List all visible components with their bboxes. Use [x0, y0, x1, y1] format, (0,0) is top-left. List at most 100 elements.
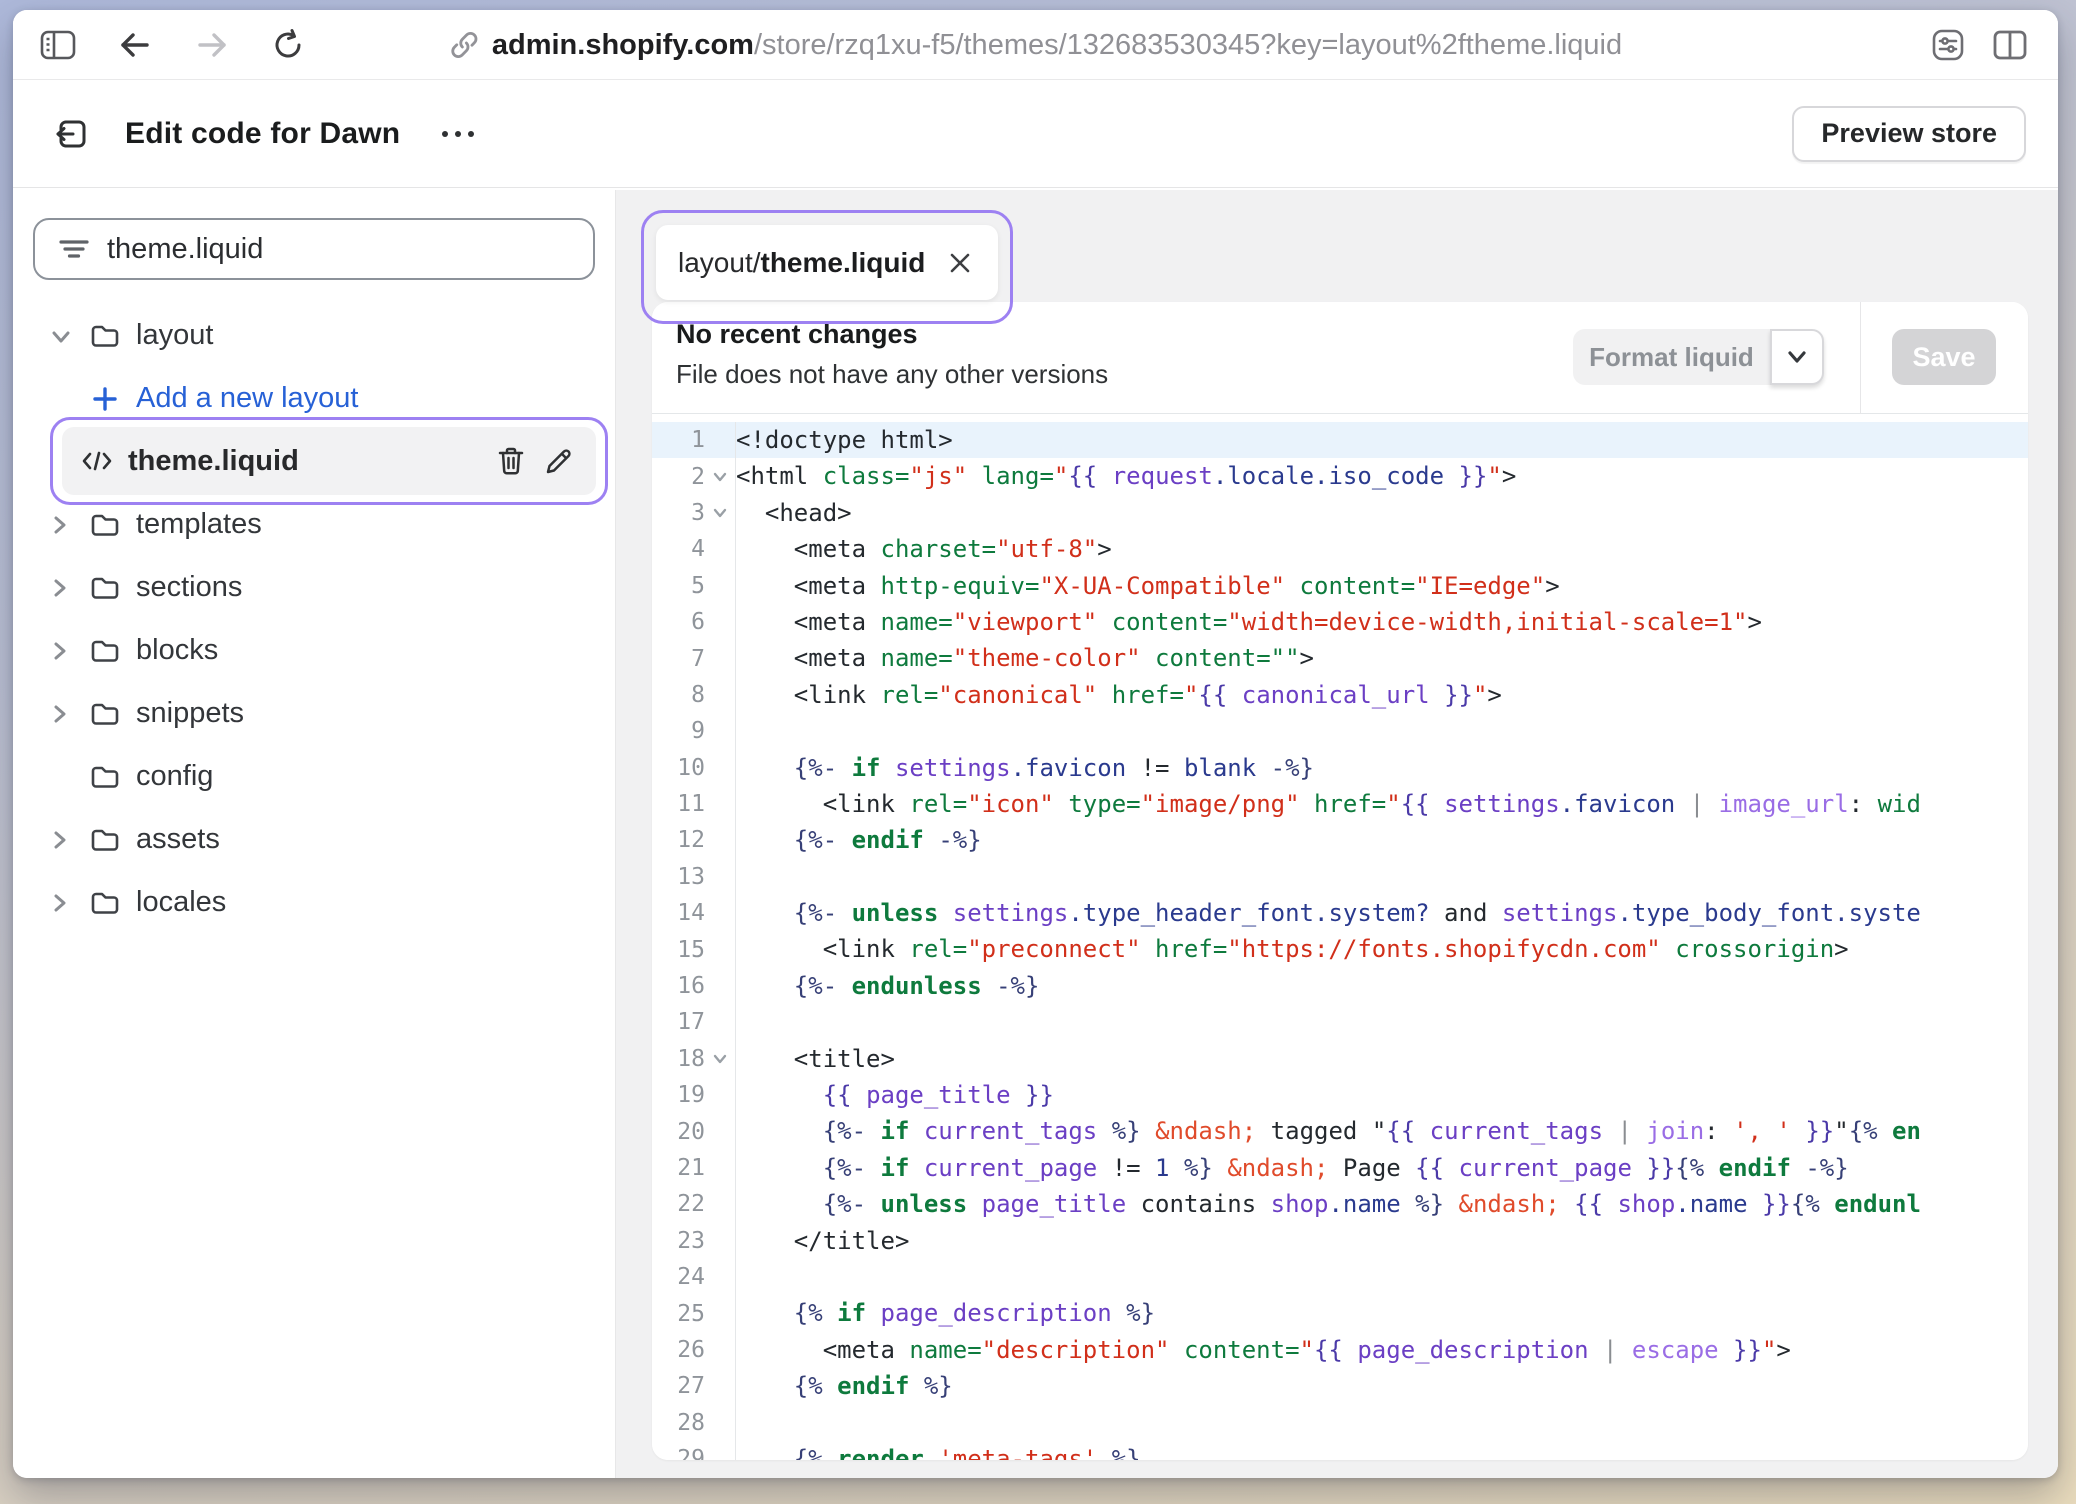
code-line-19[interactable]: 19 {{ page_title }}	[652, 1077, 2028, 1113]
code-line-content[interactable]: <meta name="theme-color" content="">	[736, 640, 2028, 676]
chevron-right-icon[interactable]	[48, 512, 80, 538]
code-line-12[interactable]: 12 {%- endif -%}	[652, 822, 2028, 858]
code-line-content[interactable]	[736, 859, 2028, 895]
line-number-gutter[interactable]: 25	[652, 1295, 736, 1331]
sidebar-item-templates[interactable]: templates	[13, 493, 615, 556]
line-number-gutter[interactable]: 4	[652, 531, 736, 567]
code-line-content[interactable]: <meta charset="utf-8">	[736, 531, 2028, 567]
code-line-13[interactable]: 13	[652, 859, 2028, 895]
sidebar-item-snippets[interactable]: snippets	[13, 682, 615, 745]
fold-toggle-icon[interactable]	[705, 471, 735, 483]
line-number-gutter[interactable]: 3	[652, 495, 736, 531]
code-line-3[interactable]: 3 <head>	[652, 495, 2028, 531]
code-line-5[interactable]: 5 <meta http-equiv="X-UA-Compatible" con…	[652, 568, 2028, 604]
chevron-right-icon[interactable]	[48, 638, 80, 664]
reload-icon[interactable]	[271, 28, 305, 62]
code-line-content[interactable]: {%- if current_tags %} &ndash; tagged "{…	[736, 1113, 2028, 1149]
chevron-right-icon[interactable]	[48, 575, 80, 601]
line-number-gutter[interactable]: 10	[652, 750, 736, 786]
code-line-content[interactable]: <html class="js" lang="{{ request.locale…	[736, 458, 2028, 494]
chevron-right-icon[interactable]	[48, 701, 80, 727]
line-number-gutter[interactable]: 1	[652, 422, 736, 458]
code-line-14[interactable]: 14 {%- unless settings.type_header_font.…	[652, 895, 2028, 931]
line-number-gutter[interactable]: 7	[652, 640, 736, 676]
forward-icon[interactable]	[194, 29, 230, 61]
code-line-content[interactable]: {% if page_description %}	[736, 1295, 2028, 1331]
code-line-content[interactable]: {%- unless page_title contains shop.name…	[736, 1186, 2028, 1222]
line-number-gutter[interactable]: 9	[652, 713, 736, 749]
code-line-27[interactable]: 27 {% endif %}	[652, 1368, 2028, 1404]
code-line-content[interactable]: <meta name="description" content="{{ pag…	[736, 1332, 2028, 1368]
line-number-gutter[interactable]: 29	[652, 1441, 736, 1460]
preview-store-button[interactable]: Preview store	[1792, 106, 2026, 162]
line-number-gutter[interactable]: 8	[652, 677, 736, 713]
sidebar-item-layout[interactable]: layout	[13, 304, 615, 367]
code-line-content[interactable]	[736, 713, 2028, 749]
code-line-content[interactable]: {%- unless settings.type_header_font.sys…	[736, 895, 2028, 931]
sidebar-item-theme-liquid[interactable]: theme.liquid	[13, 430, 615, 493]
line-number-gutter[interactable]: 13	[652, 859, 736, 895]
line-number-gutter[interactable]: 27	[652, 1368, 736, 1404]
line-number-gutter[interactable]: 11	[652, 786, 736, 822]
sidebar-item-config[interactable]: config	[13, 745, 615, 808]
code-line-28[interactable]: 28	[652, 1405, 2028, 1441]
format-liquid-button[interactable]: Format liquid	[1573, 329, 1770, 385]
code-line-25[interactable]: 25 {% if page_description %}	[652, 1295, 2028, 1331]
code-line-content[interactable]: <!doctype html>	[736, 422, 2028, 458]
code-line-content[interactable]	[736, 1405, 2028, 1441]
chevron-down-icon[interactable]	[48, 324, 80, 348]
code-line-17[interactable]: 17	[652, 1004, 2028, 1040]
code-editor[interactable]: 1<!doctype html>2<html class="js" lang="…	[652, 414, 2028, 1460]
back-icon[interactable]	[117, 29, 153, 61]
code-line-8[interactable]: 8 <link rel="canonical" href="{{ canonic…	[652, 677, 2028, 713]
sidebar-toggle-icon[interactable]	[40, 29, 76, 61]
file-filter-input[interactable]: theme.liquid	[33, 218, 595, 280]
line-number-gutter[interactable]: 24	[652, 1259, 736, 1295]
code-line-content[interactable]: {%- if settings.favicon != blank -%}	[736, 750, 2028, 786]
line-number-gutter[interactable]: 22	[652, 1186, 736, 1222]
code-line-23[interactable]: 23 </title>	[652, 1223, 2028, 1259]
code-line-content[interactable]	[736, 1004, 2028, 1040]
split-view-icon[interactable]	[1992, 29, 2028, 61]
code-line-content[interactable]: <head>	[736, 495, 2028, 531]
code-line-16[interactable]: 16 {%- endunless -%}	[652, 968, 2028, 1004]
code-line-2[interactable]: 2<html class="js" lang="{{ request.local…	[652, 458, 2028, 494]
line-number-gutter[interactable]: 26	[652, 1332, 736, 1368]
code-line-11[interactable]: 11 <link rel="icon" type="image/png" hre…	[652, 786, 2028, 822]
code-line-15[interactable]: 15 <link rel="preconnect" href="https://…	[652, 931, 2028, 967]
chevron-right-icon[interactable]	[48, 890, 80, 916]
line-number-gutter[interactable]: 6	[652, 604, 736, 640]
code-line-7[interactable]: 7 <meta name="theme-color" content="">	[652, 640, 2028, 676]
code-line-content[interactable]: <link rel="canonical" href="{{ canonical…	[736, 677, 2028, 713]
code-line-content[interactable]: <link rel="icon" type="image/png" href="…	[736, 786, 2028, 822]
code-line-9[interactable]: 9	[652, 713, 2028, 749]
tab-theme-liquid[interactable]: layout/theme.liquid	[656, 225, 998, 300]
code-line-content[interactable]: {% endif %}	[736, 1368, 2028, 1404]
line-number-gutter[interactable]: 18	[652, 1041, 736, 1077]
code-line-content[interactable]: </title>	[736, 1223, 2028, 1259]
line-number-gutter[interactable]: 2	[652, 458, 736, 494]
code-line-content[interactable]: <meta http-equiv="X-UA-Compatible" conte…	[736, 568, 2028, 604]
code-line-content[interactable]: {{ page_title }}	[736, 1077, 2028, 1113]
line-number-gutter[interactable]: 12	[652, 822, 736, 858]
fold-toggle-icon[interactable]	[705, 507, 735, 519]
line-number-gutter[interactable]: 19	[652, 1077, 736, 1113]
save-button[interactable]: Save	[1892, 329, 1996, 385]
code-line-1[interactable]: 1<!doctype html>	[652, 422, 2028, 458]
close-tab-icon[interactable]	[942, 245, 978, 281]
line-number-gutter[interactable]: 28	[652, 1405, 736, 1441]
file-theme-liquid[interactable]: theme.liquid	[62, 427, 596, 495]
code-line-24[interactable]: 24	[652, 1259, 2028, 1295]
sidebar-item-assets[interactable]: assets	[13, 808, 615, 871]
code-line-21[interactable]: 21 {%- if current_page != 1 %} &ndash; P…	[652, 1150, 2028, 1186]
sidebar-item-locales[interactable]: locales	[13, 871, 615, 934]
code-line-content[interactable]	[736, 1259, 2028, 1295]
code-line-18[interactable]: 18 <title>	[652, 1041, 2028, 1077]
line-number-gutter[interactable]: 20	[652, 1113, 736, 1149]
more-actions-button[interactable]	[434, 121, 482, 147]
code-line-20[interactable]: 20 {%- if current_tags %} &ndash; tagged…	[652, 1113, 2028, 1149]
fold-toggle-icon[interactable]	[705, 1053, 735, 1065]
address-bar[interactable]: admin.shopify.com/store/rzq1xu-f5/themes…	[449, 10, 1622, 80]
code-line-26[interactable]: 26 <meta name="description" content="{{ …	[652, 1332, 2028, 1368]
delete-file-icon[interactable]	[494, 444, 528, 478]
